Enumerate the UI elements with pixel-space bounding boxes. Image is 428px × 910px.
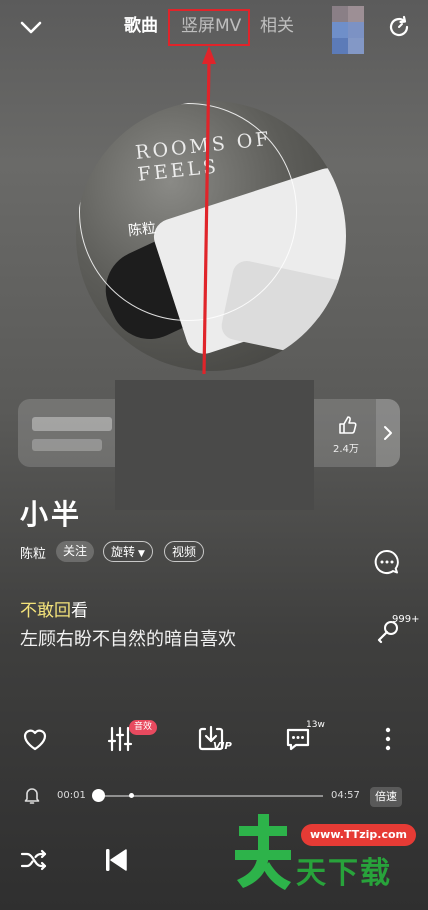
- watermark-logo: [235, 814, 291, 890]
- lyric-current[interactable]: 不敢回看: [20, 596, 88, 621]
- artist-name[interactable]: 陈粒: [20, 543, 46, 562]
- spin-dropdown[interactable]: 旋转 ▼: [103, 541, 153, 562]
- song-title: 小半: [20, 498, 83, 531]
- video-button[interactable]: 视频: [164, 541, 205, 562]
- bell-icon[interactable]: [22, 785, 42, 805]
- tab-related[interactable]: 相关: [260, 14, 294, 38]
- lyric-unsung-part: 看: [71, 601, 88, 621]
- spin-label: 旋转: [111, 545, 136, 559]
- shuffle-icon[interactable]: [19, 847, 49, 873]
- avatar[interactable]: [332, 6, 364, 54]
- more-icon[interactable]: [373, 724, 403, 754]
- refresh-icon[interactable]: [386, 14, 412, 40]
- chat-bubble-icon[interactable]: [373, 548, 401, 576]
- redaction-block: [115, 380, 314, 510]
- cover-art-artist: 陈粒: [127, 220, 157, 240]
- chevron-right-icon: [384, 426, 392, 440]
- previous-track-icon[interactable]: [103, 846, 129, 874]
- blurred-text: [32, 439, 102, 451]
- watermark-url: www.TTzip.com: [301, 824, 416, 846]
- thumbs-up-icon[interactable]: [337, 414, 359, 436]
- sound-effect-badge: 音效: [129, 720, 158, 735]
- chevron-down-icon[interactable]: [18, 14, 44, 40]
- comment-count: 13w: [306, 720, 325, 730]
- total-time: 04:57: [331, 790, 360, 801]
- like-count: 2.4万: [333, 444, 359, 455]
- blurred-text: [32, 417, 112, 431]
- speed-button[interactable]: 倍速: [370, 787, 402, 807]
- watermark-text: 天下载: [296, 856, 392, 891]
- red-arrow-annotation: [202, 46, 216, 375]
- current-time: 00:01: [57, 790, 86, 801]
- sing-count: 999+: [392, 614, 420, 625]
- lyric-sung-part: 不敢回: [20, 601, 71, 621]
- follow-button[interactable]: 关注: [56, 541, 95, 562]
- progress-knob[interactable]: [91, 789, 105, 802]
- tab-song[interactable]: 歌曲: [124, 14, 158, 38]
- lyric-next[interactable]: 左顾右盼不自然的暗自喜欢: [20, 625, 236, 651]
- highlight-box: [168, 9, 250, 46]
- heart-icon[interactable]: [20, 724, 50, 754]
- caret-down-icon: ▼: [138, 549, 145, 559]
- vip-label: VIP: [213, 741, 232, 752]
- buffer-marker: [128, 793, 134, 798]
